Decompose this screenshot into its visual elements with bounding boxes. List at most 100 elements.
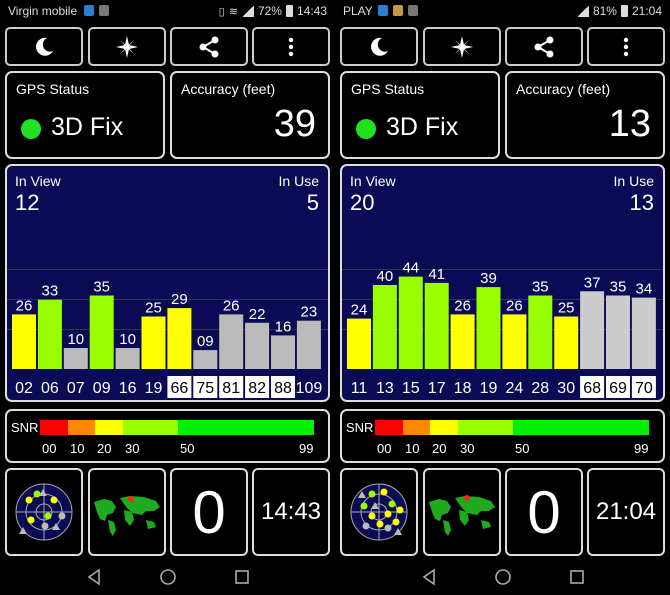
accuracy-title: Accuracy (feet) [181,81,276,97]
satellite-id-label: 19 [145,380,163,397]
accuracy-title: Accuracy (feet) [516,81,611,97]
count-tile[interactable]: 0 [505,468,583,556]
accuracy-card[interactable]: Accuracy (feet) 39 [170,71,330,159]
snr-bar [631,297,656,369]
share-button[interactable] [505,27,583,66]
moon-icon [36,37,53,56]
fix-indicator-icon [21,119,41,139]
snr-tick: 10 [405,441,420,456]
back-triangle-icon[interactable] [85,568,103,586]
snr-bar [12,314,36,369]
recents-square-icon[interactable] [568,568,586,586]
snr-value-label: 37 [584,274,601,291]
snr-bar [450,314,475,369]
moon-icon [371,37,388,56]
snr-tick: 50 [515,441,530,456]
fix-status: 3D Fix [51,113,124,141]
snr-tick: 10 [70,441,85,456]
fix-status: 3D Fix [386,113,459,141]
gps-status-card[interactable]: GPS Status 3D Fix [5,71,165,159]
carrier-name: Virgin mobile [8,4,78,18]
snr-label: SNR [11,420,39,435]
satellite-id-label: 82 [248,380,266,397]
clock-tile[interactable]: 14:43 [252,468,330,556]
snr-value-label: 34 [636,281,653,298]
navigation-bar [0,560,670,595]
snr-bar [398,276,423,369]
clock-value: 14:43 [260,498,322,525]
satellite-signal-card[interactable]: In View 12 In Use 5 26 02 33 06 10 07 35 09 10 16… [5,164,330,402]
satellite-id-label: 70 [635,380,653,397]
snr-tick: 99 [634,441,649,456]
share-button[interactable] [170,27,248,66]
home-circle-icon[interactable] [494,568,512,586]
world-map-tile[interactable] [423,468,501,556]
snr-color-scale [375,420,649,435]
snr-value-label: 33 [42,283,59,300]
clock-tile[interactable]: 21:04 [587,468,665,556]
signal-icon [241,5,254,17]
snr-bar [502,314,527,369]
snr-value-label: 24 [351,302,368,319]
compass-button[interactable] [423,27,501,66]
home-circle-icon[interactable] [159,568,177,586]
sky-radar-tile[interactable] [5,468,83,556]
gps-panel-right: PLAY 81% 21:04 GPS Status 3D Fix Accurac… [335,0,670,560]
carrier-name: PLAY [343,4,373,18]
snr-value-label: 25 [558,300,575,317]
satellite-snr-bars: 24 11 40 13 44 15 41 17 26 18 39 19 26 24 35 28 25 30 37 68… [347,260,656,398]
snr-value-label: 29 [171,291,188,308]
satellite-id-label: 28 [531,380,549,397]
snr-tick: 20 [432,441,447,456]
count-tile[interactable]: 0 [170,468,248,556]
image-notification-icon [408,5,418,16]
image-notification-icon [99,5,109,16]
satellite-id-label: 19 [480,380,498,397]
snr-tick: 20 [97,441,112,456]
snr-tick: 50 [180,441,195,456]
snr-bar [580,291,605,369]
battery-icon [620,5,628,17]
snr-value-label: 44 [402,260,419,277]
snr-bar [219,314,244,369]
sky-radar-icon [15,483,73,541]
status-time: 14:43 [296,4,327,18]
satellite-id-label: 24 [506,380,524,397]
accuracy-card[interactable]: Accuracy (feet) 13 [505,71,665,159]
counter-value: 0 [527,478,561,546]
snr-value-label: 26 [454,297,471,314]
satellite-id-label: 18 [454,380,472,397]
satellite-id-label: 11 [351,380,368,397]
gps-status-card[interactable]: GPS Status 3D Fix [340,71,500,159]
snr-bar [528,295,553,369]
snr-bar [554,316,579,369]
satellite-signal-card[interactable]: In View 20 In Use 13 24 11 40 13 44 15 41 17 26 1… [340,164,665,402]
sky-radar-tile[interactable] [340,468,418,556]
snr-value-label: 26 [506,297,523,314]
night-mode-button[interactable] [5,27,83,66]
compass-button[interactable] [88,27,166,66]
snr-label: SNR [346,420,374,435]
status-bar: PLAY 81% 21:04 [335,0,670,22]
world-map-tile[interactable] [88,468,166,556]
snr-bar [63,348,88,369]
satellite-id-label: 07 [67,380,85,397]
satellite-id-label: 30 [557,380,575,397]
compass-icon [451,35,473,58]
back-triangle-icon[interactable] [420,568,438,586]
snr-tick: 30 [460,441,475,456]
snr-bar [141,316,166,369]
more-vert-icon [288,37,294,56]
accuracy-value: 13 [608,103,651,145]
menu-button[interactable] [587,27,665,66]
snr-tick: 30 [125,441,140,456]
snr-tick: 99 [299,441,314,456]
snr-bar [37,299,62,369]
world-map-icon [94,496,160,536]
night-mode-button[interactable] [340,27,418,66]
battery-icon [285,5,293,17]
recents-square-icon[interactable] [233,568,251,586]
app-notification-icon [378,5,388,16]
satellite-id-label: 69 [609,380,627,397]
menu-button[interactable] [252,27,330,66]
